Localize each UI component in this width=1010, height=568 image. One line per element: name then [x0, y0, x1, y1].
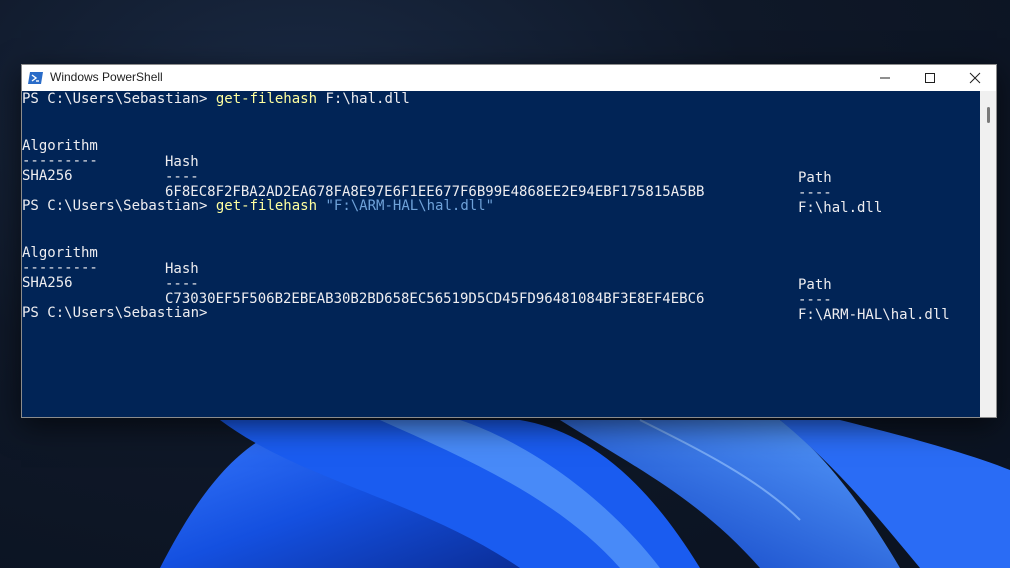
separator-hash: ----	[165, 169, 199, 185]
header-path: Path	[798, 277, 832, 293]
close-icon	[969, 72, 981, 84]
maximize-icon	[925, 73, 935, 83]
command-argument: "F:\ARM-HAL\hal.dll"	[317, 198, 495, 214]
powershell-icon	[28, 72, 43, 84]
console-output[interactable]: PS C:\Users\Sebastian> get-filehash F:\h…	[22, 91, 980, 417]
scrollbar-thumb[interactable]	[987, 107, 990, 123]
powershell-window: Windows PowerShell PS C:\Users\Sebastian…	[21, 64, 997, 418]
header-hash: Hash	[165, 261, 199, 277]
separator-hash: ----	[165, 276, 199, 292]
command: get-filehash	[215, 198, 318, 214]
command-argument: F:\hal.dll	[317, 91, 410, 107]
row-algorithm: SHA256	[22, 275, 73, 291]
prompt-line: PS C:\Users\Sebastian> get-filehash F:\h…	[22, 91, 410, 107]
window-title: Windows PowerShell	[50, 70, 163, 84]
prompt: PS C:\Users\Sebastian>	[22, 198, 216, 214]
title-bar[interactable]: Windows PowerShell	[22, 65, 996, 91]
header-path: Path	[798, 170, 832, 186]
maximize-button[interactable]	[907, 65, 953, 91]
table-row: SHA256 6F8EC8F2FBA2AD2EA678FA8E97E6F1EE6…	[22, 152, 882, 232]
separator-path: ----	[798, 292, 832, 308]
final-prompt: PS C:\Users\Sebastian>	[22, 305, 208, 321]
minimize-icon	[880, 77, 890, 79]
row-algorithm: SHA256	[22, 168, 73, 184]
header-hash: Hash	[165, 154, 199, 170]
separator-path: ----	[798, 185, 832, 201]
vertical-scrollbar[interactable]	[980, 91, 996, 417]
row-hash: C73030EF5F506B2EBEAB30B2BD658EC56519D5CD…	[165, 291, 705, 307]
prompt-line: PS C:\Users\Sebastian> get-filehash "F:\…	[22, 198, 494, 214]
row-path: F:\hal.dll	[798, 200, 883, 216]
command: get-filehash	[215, 91, 318, 107]
prompt: PS C:\Users\Sebastian>	[22, 91, 216, 107]
table-row: SHA256 C73030EF5F506B2EBEAB30B2BD658EC56…	[22, 259, 950, 339]
minimize-button[interactable]	[862, 65, 908, 91]
row-path: F:\ARM-HAL\hal.dll	[798, 307, 950, 323]
close-button[interactable]	[952, 65, 998, 91]
